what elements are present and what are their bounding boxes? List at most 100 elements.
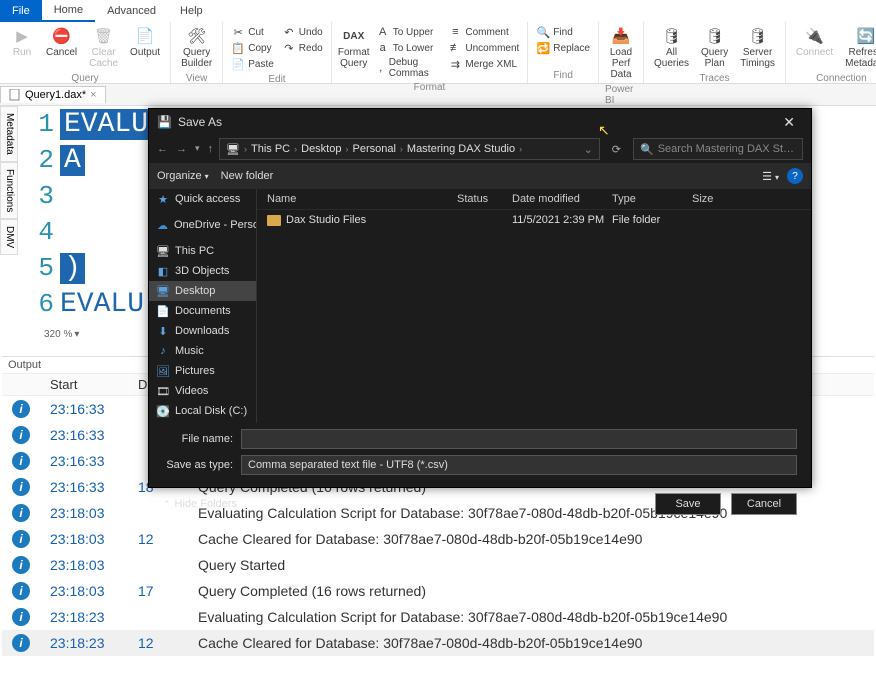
tab-help[interactable]: Help [168, 0, 215, 22]
output-icon: 📄 [135, 26, 155, 46]
output-row[interactable]: i23:18:03Query Started [2, 552, 874, 578]
find-button[interactable]: 🔍Find [534, 24, 592, 40]
doc-tab-query1[interactable]: Query1.dax* × [0, 86, 106, 103]
tab-home[interactable]: Home [42, 0, 95, 22]
paste-button[interactable]: 📄Paste [229, 56, 276, 72]
query-plan-icon: 🛢 [705, 26, 725, 46]
music-icon: ♪ [157, 345, 169, 357]
search-icon: 🔍 [640, 143, 654, 156]
replace-button[interactable]: 🔁Replace [534, 40, 592, 56]
search-input[interactable]: 🔍 Search Mastering DAX Studio [633, 138, 803, 160]
output-row[interactable]: i23:18:0317Query Completed (16 rows retu… [2, 578, 874, 604]
file-row[interactable]: Dax Studio Files 11/5/2021 2:39 PM File … [257, 210, 811, 230]
close-button[interactable]: ✕ [775, 112, 803, 133]
filetype-select[interactable]: Comma separated text file - UTF8 (*.csv) [241, 455, 797, 475]
file-menu[interactable]: File [0, 0, 42, 22]
sidebar-dmv[interactable]: DMV [0, 219, 18, 255]
cut-button[interactable]: ✂Cut [229, 24, 276, 40]
save-button[interactable]: Save [655, 493, 721, 515]
close-tab-icon[interactable]: × [90, 89, 96, 101]
help-button[interactable]: ? [787, 168, 803, 184]
folder-icon [267, 215, 281, 226]
run-button[interactable]: ▶Run [6, 24, 38, 60]
output-row[interactable]: i23:18:23Evaluating Calculation Script f… [2, 604, 874, 630]
ribbon-group-connection: Connection [816, 73, 867, 84]
chevron-down-icon: ▾ [205, 172, 209, 181]
comment-button[interactable]: ≡Comment [446, 24, 521, 40]
filename-input[interactable] [241, 429, 797, 449]
sidebar-metadata[interactable]: Metadata [0, 106, 18, 162]
to-lower-button[interactable]: aTo Lower [374, 40, 443, 56]
connect-button[interactable]: 🔌Connect [792, 24, 837, 60]
merge-xml-button[interactable]: ⇉Merge XML [446, 56, 521, 72]
debug-commas-button[interactable]: ,Debug Commas [374, 56, 443, 80]
refresh-button[interactable]: ⟳ [606, 143, 627, 156]
output-col-start[interactable]: Start [40, 374, 128, 396]
code-text: EVALU [60, 289, 144, 320]
back-button[interactable]: ← [157, 143, 168, 155]
query-plan-button[interactable]: 🛢Query Plan [697, 24, 732, 71]
col-date[interactable]: Date modified [512, 193, 612, 205]
find-icon: 🔍 [536, 25, 550, 39]
info-icon: i [12, 582, 30, 600]
to-upper-button[interactable]: ATo Upper [374, 24, 443, 40]
col-name[interactable]: Name [267, 193, 457, 205]
redo-button[interactable]: ↷Redo [280, 40, 325, 56]
info-icon: i [12, 556, 30, 574]
sidebar-functions[interactable]: Functions [0, 162, 18, 219]
sidebar-tabs: Metadata Functions DMV [0, 106, 18, 255]
new-folder-button[interactable]: New folder [221, 170, 274, 182]
forward-button[interactable]: → [176, 143, 187, 155]
cancel-button[interactable]: ⛔Cancel [42, 24, 81, 60]
cut-icon: ✂ [231, 25, 245, 39]
tree-local-disk[interactable]: 💽Local Disk (C:) [149, 401, 256, 421]
file-icon [9, 89, 21, 101]
tree-desktop[interactable]: 🖥Desktop [149, 281, 256, 301]
tree-this-pc[interactable]: 🖥This PC [149, 241, 256, 261]
col-type[interactable]: Type [612, 193, 692, 205]
save-icon: 💾 [157, 115, 172, 129]
output-row[interactable]: i23:18:2312Cache Cleared for Database: 3… [2, 630, 874, 656]
col-size[interactable]: Size [692, 193, 713, 205]
undo-button[interactable]: ↶Undo [280, 24, 325, 40]
line-number: 6 [18, 289, 60, 319]
tree-onedrive[interactable]: ☁OneDrive - Person [149, 215, 256, 235]
tab-advanced[interactable]: Advanced [95, 0, 168, 22]
dialog-title: Save As [178, 115, 222, 129]
output-row[interactable]: i23:18:0312Cache Cleared for Database: 3… [2, 526, 874, 552]
tree-pictures[interactable]: 🖼Pictures [149, 361, 256, 381]
cloud-icon: ☁ [157, 219, 168, 231]
tree-quick-access[interactable]: ★Quick access [149, 189, 256, 209]
copy-button[interactable]: 📋Copy [229, 40, 276, 56]
tree-documents[interactable]: 📄Documents [149, 301, 256, 321]
all-queries-button[interactable]: 🛢All Queries [650, 24, 693, 71]
play-icon: ▶ [12, 26, 32, 46]
clear-cache-button[interactable]: 🗑Clear Cache [85, 24, 122, 71]
server-timings-button[interactable]: 🛢Server Timings [736, 24, 779, 71]
comment-icon: ≡ [448, 25, 462, 39]
uncomment-icon: ≢ [448, 41, 462, 55]
organize-button[interactable]: Organize ▾ [157, 170, 209, 182]
tree-music[interactable]: ♪Music [149, 341, 256, 361]
info-icon: i [12, 634, 30, 652]
up-button[interactable]: ↑ [208, 143, 214, 155]
tree-downloads[interactable]: ⬇Downloads [149, 321, 256, 341]
zoom-level[interactable]: 320 %▾ [44, 329, 79, 340]
breadcrumb[interactable]: 🖥› This PC› Desktop› Personal› Mastering… [219, 138, 600, 160]
load-perf-button[interactable]: 📥Load Perf Data [605, 24, 637, 82]
chevron-down-icon[interactable]: ⌄ [584, 143, 593, 156]
connect-icon: 🔌 [805, 26, 825, 46]
cancel-button[interactable]: Cancel [731, 493, 797, 515]
hide-folders-button[interactable]: ⌃Hide Folders [163, 498, 237, 510]
col-status[interactable]: Status [457, 193, 512, 205]
ribbon-group-find: Find [553, 70, 572, 81]
tree-3d-objects[interactable]: ◧3D Objects [149, 261, 256, 281]
tree-videos[interactable]: 🎞Videos [149, 381, 256, 401]
format-query-button[interactable]: DAXFormat Query [338, 24, 370, 71]
query-builder-button[interactable]: 🛠Query Builder [177, 24, 216, 71]
refresh-metadata-button[interactable]: 🔄Refresh Metadata [841, 24, 876, 71]
output-button[interactable]: 📄Output [126, 24, 164, 60]
view-button[interactable]: ☰ ▾ [762, 170, 779, 183]
uncomment-button[interactable]: ≢Uncomment [446, 40, 521, 56]
recent-dropdown-icon[interactable]: ▾ [195, 143, 200, 155]
